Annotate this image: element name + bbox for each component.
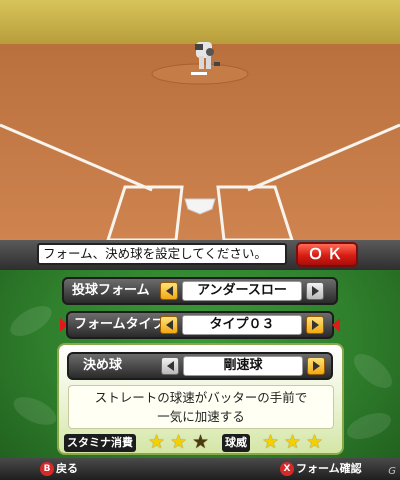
prompt-bar: フォーム、決め球を設定してください。 ＯＫ [0,240,400,270]
chevron-left-icon [165,286,173,296]
finishing-pitch-row: 決め球 剛速球 [67,352,333,380]
site-watermark: G [388,466,396,477]
chevron-right-icon [311,320,319,330]
pitch-description-line2: 一気に加速する [157,409,245,424]
pitching-form-next-button[interactable] [306,282,324,300]
chevron-right-icon [312,361,320,371]
chevron-left-icon [165,320,173,330]
star-icon: ★ [148,431,166,453]
finishing-pitch-label: 決め球 [83,358,123,373]
back-button[interactable]: B 戻る [40,461,78,477]
game-screen: フォーム、決め球を設定してください。 ＯＫ 投球フォーム アンダースロー フォー… [0,0,400,480]
finishing-pitch-prev-button[interactable] [161,357,179,375]
form-type-row: フォームタイプ タイプ０３ [66,311,334,339]
pitch-description: ストレートの球速がバッターの手前で 一気に加速する [68,385,334,429]
bottom-button-bar: B 戻る X フォーム確認 G [0,458,400,480]
pitching-form-prev-button[interactable] [160,282,178,300]
pitch-settings-menu: フォーム、決め球を設定してください。 ＯＫ 投球フォーム アンダースロー フォー… [0,240,400,480]
ballpark-view [0,0,400,240]
instruction-text: フォーム、決め球を設定してください。 [37,243,287,265]
pitching-form-value: アンダースロー [182,281,302,301]
pitching-form-row: 投球フォーム アンダースロー [62,277,338,305]
star-icon: ★ [306,431,324,453]
b-button-icon: B [40,462,54,476]
background-leaf [9,391,61,431]
selection-cursor-right-icon [332,318,340,332]
finishing-pitch-next-button[interactable] [307,357,325,375]
back-button-label: 戻る [56,462,78,475]
star-icon: ★ [192,431,210,453]
form-type-next-button[interactable] [306,316,324,334]
power-label: 球威 [222,434,250,452]
background-leaf [5,299,57,343]
form-type-label: フォームタイプ [74,317,165,332]
pitch-description-line1: ストレートの球速がバッターの手前で [94,390,308,405]
star-icon: ★ [170,431,188,453]
outfield-grass [0,0,400,48]
chevron-left-icon [166,361,174,371]
background-leaf [348,347,398,395]
form-type-value: タイプ０３ [182,315,302,335]
star-icon: ★ [284,431,302,453]
pitching-form-label: 投球フォーム [72,283,150,298]
form-preview-button-label: フォーム確認 [296,462,362,475]
field-scene [0,0,400,240]
x-button-icon: X [280,462,294,476]
background-leaf [343,407,395,445]
pitchers-rubber [191,72,207,75]
star-icon: ★ [262,431,280,453]
ok-button[interactable]: ＯＫ [296,242,358,267]
finishing-pitch-value: 剛速球 [183,356,303,376]
form-preview-button[interactable]: X フォーム確認 [280,461,362,477]
form-type-prev-button[interactable] [160,316,178,334]
chevron-right-icon [311,286,319,296]
stamina-cost-label: スタミナ消費 [64,434,136,452]
